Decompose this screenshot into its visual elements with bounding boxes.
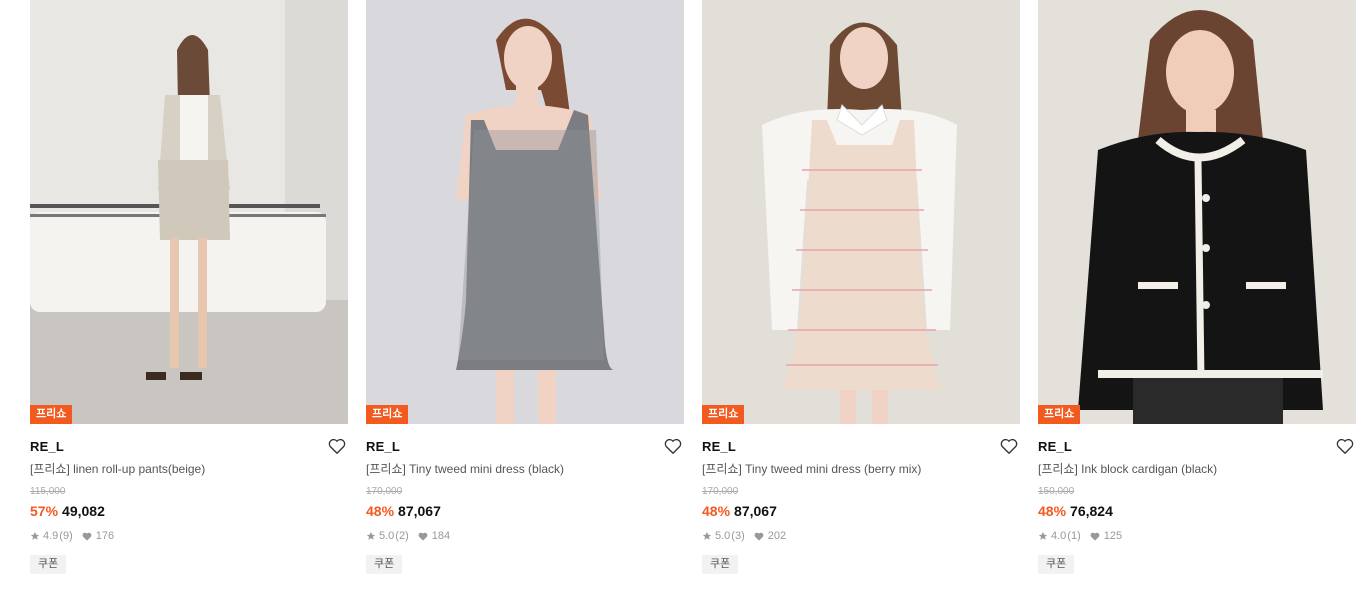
product-image[interactable]: 프리쇼 — [30, 0, 348, 424]
original-price: 115,000 — [30, 486, 66, 497]
review-count: (9) — [59, 530, 73, 542]
brand-name[interactable]: RE_L — [366, 439, 400, 454]
product-image[interactable]: 프리쇼 — [702, 0, 1020, 424]
heart-icon[interactable] — [328, 438, 346, 455]
sale-price: 87,067 — [734, 503, 777, 519]
star-icon — [30, 531, 40, 540]
brand-name[interactable]: RE_L — [30, 439, 64, 454]
product-image[interactable]: 프리쇼 — [366, 0, 684, 424]
original-price: 150,000 — [1038, 486, 1075, 497]
rating-value: 5.0 — [715, 530, 731, 542]
discount-rate: 48% — [1038, 503, 1067, 519]
star-icon — [1038, 531, 1048, 540]
brand-row: RE_L — [30, 436, 348, 458]
likes-heart-icon — [1090, 532, 1100, 541]
preshow-badge: 프리쇼 — [366, 405, 409, 424]
brand-row: RE_L — [1038, 436, 1356, 458]
product-card[interactable]: 프리쇼 RE_L [프리쇼] Tiny tweed mini dress (bl… — [366, 0, 684, 574]
preshow-badge: 프리쇼 — [1038, 405, 1081, 424]
coupon-tag: 쿠폰 — [30, 555, 67, 574]
coupon-tag: 쿠폰 — [366, 555, 403, 574]
product-image[interactable]: 프리쇼 — [1038, 0, 1356, 424]
product-name[interactable]: [프리쇼] Tiny tweed mini dress (berry mix) — [702, 461, 1020, 477]
brand-row: RE_L — [366, 436, 684, 458]
rating-value: 4.9 — [43, 530, 59, 542]
likes-count: 202 — [767, 530, 787, 542]
review-count: (3) — [731, 530, 745, 542]
likes-count: 125 — [1103, 530, 1123, 542]
product-card[interactable]: 프리쇼 RE_L [프리쇼] Ink block cardigan (black… — [1038, 0, 1356, 574]
sale-price: 87,067 — [398, 503, 441, 519]
likes-heart-icon — [418, 532, 428, 541]
star-icon — [366, 531, 376, 540]
review-row: 4.9 (9) 176 — [30, 529, 348, 543]
product-name[interactable]: [프리쇼] Tiny tweed mini dress (black) — [366, 461, 684, 477]
likes-count: 176 — [95, 530, 115, 542]
coupon-tag: 쿠폰 — [1038, 555, 1075, 574]
product-card[interactable]: 프리쇼 RE_L [프리쇼] Tiny tweed mini dress (be… — [702, 0, 1020, 574]
product-grid: 프리쇼 RE_L [프리쇼] linen roll-up pants(beige… — [0, 0, 1362, 595]
preshow-badge: 프리쇼 — [30, 405, 73, 424]
review-count: (2) — [395, 530, 409, 542]
likes-count: 184 — [431, 530, 451, 542]
brand-name[interactable]: RE_L — [702, 439, 736, 454]
star-icon — [702, 531, 712, 540]
heart-icon[interactable] — [1000, 438, 1018, 455]
review-row: 5.0 (2) 184 — [366, 529, 684, 543]
review-row: 5.0 (3) 202 — [702, 529, 1020, 543]
product-name[interactable]: [프리쇼] Ink block cardigan (black) — [1038, 461, 1356, 477]
original-price: 170,000 — [702, 486, 739, 497]
review-row: 4.0 (1) 125 — [1038, 529, 1356, 543]
product-name[interactable]: [프리쇼] linen roll-up pants(beige) — [30, 461, 348, 477]
rating-value: 5.0 — [379, 530, 395, 542]
brand-row: RE_L — [702, 436, 1020, 458]
sale-price: 76,824 — [1070, 503, 1113, 519]
heart-icon[interactable] — [1336, 438, 1354, 455]
likes-heart-icon — [754, 532, 764, 541]
preshow-badge: 프리쇼 — [702, 405, 745, 424]
product-card[interactable]: 프리쇼 RE_L [프리쇼] linen roll-up pants(beige… — [30, 0, 348, 574]
price-row: 48% 76,824 — [1038, 502, 1356, 520]
sale-price: 49,082 — [62, 503, 105, 519]
heart-icon[interactable] — [664, 438, 682, 455]
original-price: 170,000 — [366, 486, 403, 497]
discount-rate: 57% — [30, 503, 59, 519]
price-row: 48% 87,067 — [366, 502, 684, 520]
coupon-tag: 쿠폰 — [702, 555, 739, 574]
review-count: (1) — [1067, 530, 1081, 542]
price-row: 57% 49,082 — [30, 502, 348, 520]
rating-value: 4.0 — [1051, 530, 1067, 542]
price-row: 48% 87,067 — [702, 502, 1020, 520]
brand-name[interactable]: RE_L — [1038, 439, 1072, 454]
discount-rate: 48% — [366, 503, 395, 519]
discount-rate: 48% — [702, 503, 731, 519]
likes-heart-icon — [82, 532, 92, 541]
